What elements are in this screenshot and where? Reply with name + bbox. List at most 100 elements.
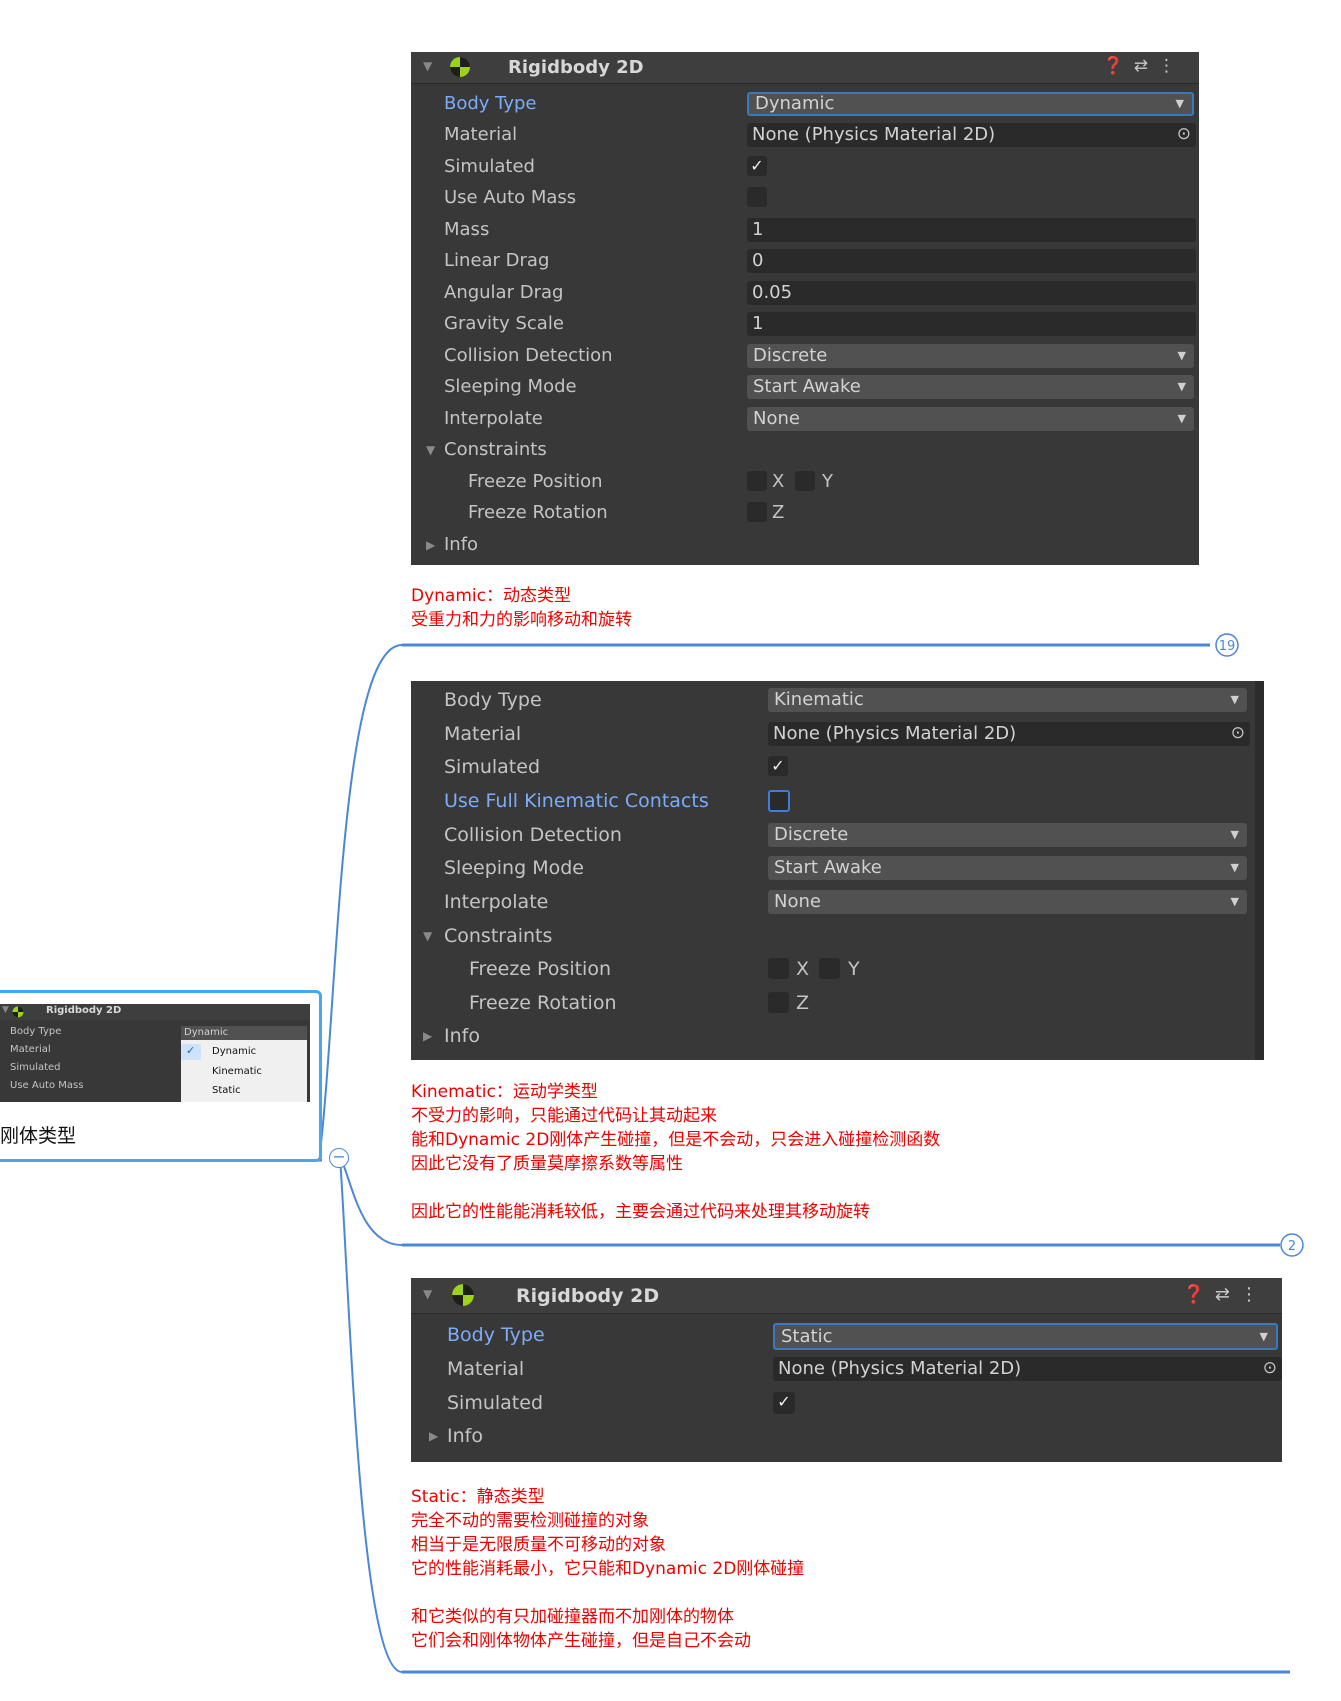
- material-value: None (Physics Material 2D): [773, 723, 1017, 744]
- sleeping-mode-dropdown[interactable]: Start Awake ▼: [768, 856, 1247, 880]
- freeze-rotation-z-checkbox[interactable]: [768, 992, 789, 1013]
- rigidbody-icon: [12, 1006, 24, 1018]
- row-material: Material None (Physics Material 2D) ⊙: [411, 719, 1264, 750]
- mini-option-dynamic: Dynamic: [212, 1046, 257, 1057]
- fold-triangle-icon[interactable]: ▼: [423, 1287, 432, 1301]
- component-header[interactable]: ▼ Rigidbody 2D ❓⇄⋮: [411, 52, 1199, 84]
- collision-detection-label: Collision Detection: [444, 824, 622, 846]
- count-badge[interactable]: 2: [1279, 1232, 1305, 1258]
- body-type-value: Static: [781, 1326, 833, 1347]
- connector-branch-1: [319, 644, 403, 1153]
- rigidbody-panel-static: ▼ Rigidbody 2D ❓⇄⋮ Body Type Static ▼ Mat…: [411, 1278, 1282, 1462]
- expand-triangle-icon[interactable]: ▶: [429, 1429, 438, 1443]
- mass-field[interactable]: 1: [747, 218, 1196, 242]
- checkmark-icon: ✓: [186, 1044, 196, 1057]
- simulated-checkbox[interactable]: ✓: [747, 156, 767, 176]
- body-type-dropdown[interactable]: Kinematic ▼: [768, 688, 1247, 712]
- more-icon[interactable]: ⋮: [1158, 56, 1185, 76]
- freeze-position-x-checkbox[interactable]: [747, 471, 767, 491]
- material-value: None (Physics Material 2D): [752, 124, 996, 145]
- angular-drag-field[interactable]: 0.05: [747, 281, 1196, 305]
- mini-label-use-auto-mass: Use Auto Mass: [10, 1080, 84, 1091]
- body-type-label: Body Type: [447, 1324, 545, 1346]
- connector-branch-3: [339, 1156, 403, 1673]
- fold-triangle-icon[interactable]: ▼: [423, 59, 432, 73]
- expand-triangle-icon[interactable]: ▼: [423, 929, 432, 943]
- row-simulated: Simulated ✓: [411, 1388, 1282, 1419]
- count-badge[interactable]: 19: [1214, 632, 1240, 658]
- row-info[interactable]: ▶ Info: [411, 1021, 1264, 1052]
- axis-x-label: X: [772, 471, 785, 492]
- freeze-rotation-label: Freeze Rotation: [469, 992, 617, 1014]
- freeze-position-x-checkbox[interactable]: [768, 958, 789, 979]
- chevron-down-icon: ▼: [1177, 412, 1186, 425]
- material-label: Material: [444, 723, 522, 745]
- material-field[interactable]: None (Physics Material 2D) ⊙: [747, 123, 1196, 147]
- help-icon[interactable]: ❓: [1182, 1284, 1214, 1305]
- row-constraints[interactable]: ▼ Constraints: [411, 921, 1264, 952]
- preset-icon[interactable]: ⇄: [1215, 1284, 1240, 1305]
- sleeping-mode-value: Start Awake: [774, 857, 882, 878]
- badge-count: 2: [1288, 1239, 1296, 1254]
- sleeping-mode-value: Start Awake: [753, 376, 861, 397]
- connector-branch-2: [339, 1156, 403, 1246]
- sleeping-mode-label: Sleeping Mode: [444, 857, 584, 879]
- row-freeze-rotation: Freeze Rotation Z: [411, 498, 1199, 529]
- collision-detection-label: Collision Detection: [444, 345, 613, 366]
- axis-y-label: Y: [822, 471, 833, 492]
- interpolate-dropdown[interactable]: None ▼: [747, 407, 1194, 431]
- expand-triangle-icon[interactable]: ▶: [426, 538, 435, 552]
- collision-detection-dropdown[interactable]: Discrete ▼: [768, 823, 1247, 847]
- linear-drag-field[interactable]: 0: [747, 249, 1196, 273]
- use-auto-mass-checkbox[interactable]: [747, 187, 767, 207]
- mini-label-simulated: Simulated: [10, 1062, 61, 1073]
- row-info[interactable]: ▶ Info: [411, 530, 1199, 561]
- row-constraints[interactable]: ▼ Constraints: [411, 435, 1199, 466]
- chevron-down-icon: ▼: [1177, 349, 1186, 362]
- row-info[interactable]: ▶ Info: [411, 1421, 1282, 1452]
- component-header[interactable]: ▼ Rigidbody 2D ❓⇄⋮: [411, 1278, 1282, 1314]
- row-linear-drag: Linear Drag 0: [411, 246, 1199, 277]
- simulated-checkbox[interactable]: ✓: [768, 756, 788, 776]
- mass-label: Mass: [444, 219, 490, 240]
- expand-triangle-icon[interactable]: ▼: [426, 443, 435, 457]
- body-type-dropdown[interactable]: Dynamic ▼: [747, 92, 1194, 116]
- freeze-position-y-checkbox[interactable]: [795, 471, 815, 491]
- simulated-checkbox[interactable]: ✓: [773, 1392, 795, 1414]
- mini-label-body-type: Body Type: [10, 1026, 62, 1037]
- row-gravity-scale: Gravity Scale 1: [411, 309, 1199, 340]
- expand-triangle-icon[interactable]: ▶: [423, 1029, 432, 1043]
- mini-title: Rigidbody 2D: [46, 1005, 122, 1016]
- chevron-down-icon: ▼: [1230, 895, 1239, 908]
- mini-dropdown-menu: ✓ Dynamic Kinematic Static: [181, 1040, 307, 1102]
- header-icons: ❓⇄⋮: [1103, 56, 1185, 76]
- collision-detection-dropdown[interactable]: Discrete ▼: [747, 344, 1194, 368]
- freeze-rotation-z-checkbox[interactable]: [747, 502, 767, 522]
- preset-icon[interactable]: ⇄: [1134, 56, 1158, 76]
- row-freeze-rotation: Freeze Rotation Z: [411, 988, 1264, 1019]
- row-body-type: Body Type Kinematic ▼: [411, 685, 1264, 716]
- target-icon[interactable]: ⊙: [1231, 721, 1245, 745]
- help-icon[interactable]: ❓: [1103, 56, 1134, 76]
- gravity-scale-field[interactable]: 1: [747, 312, 1196, 336]
- material-field[interactable]: None (Physics Material 2D) ⊙: [773, 1357, 1282, 1381]
- sleeping-mode-label: Sleeping Mode: [444, 376, 577, 397]
- row-body-type: Body Type Static ▼: [411, 1320, 1282, 1351]
- row-freeze-position: Freeze Position X Y: [411, 467, 1199, 498]
- info-label: Info: [444, 534, 479, 555]
- target-icon[interactable]: ⊙: [1263, 1356, 1277, 1380]
- more-icon[interactable]: ⋮: [1240, 1284, 1268, 1305]
- badge-count: 19: [1219, 639, 1236, 654]
- sleeping-mode-dropdown[interactable]: Start Awake ▼: [747, 375, 1194, 399]
- chevron-down-icon: ▼: [1259, 1330, 1268, 1343]
- use-full-kinematic-checkbox[interactable]: [768, 790, 790, 812]
- target-icon[interactable]: ⊙: [1177, 122, 1191, 146]
- collapse-button[interactable]: −: [329, 1148, 349, 1168]
- row-sleeping-mode: Sleeping Mode Start Awake ▼: [411, 372, 1199, 403]
- body-type-dropdown[interactable]: Static ▼: [773, 1323, 1278, 1350]
- interpolate-dropdown[interactable]: None ▼: [768, 890, 1247, 914]
- freeze-position-label: Freeze Position: [469, 958, 611, 980]
- root-node-text: 刚体类型: [0, 1125, 77, 1147]
- material-field[interactable]: None (Physics Material 2D) ⊙: [768, 722, 1250, 746]
- freeze-position-y-checkbox[interactable]: [819, 958, 840, 979]
